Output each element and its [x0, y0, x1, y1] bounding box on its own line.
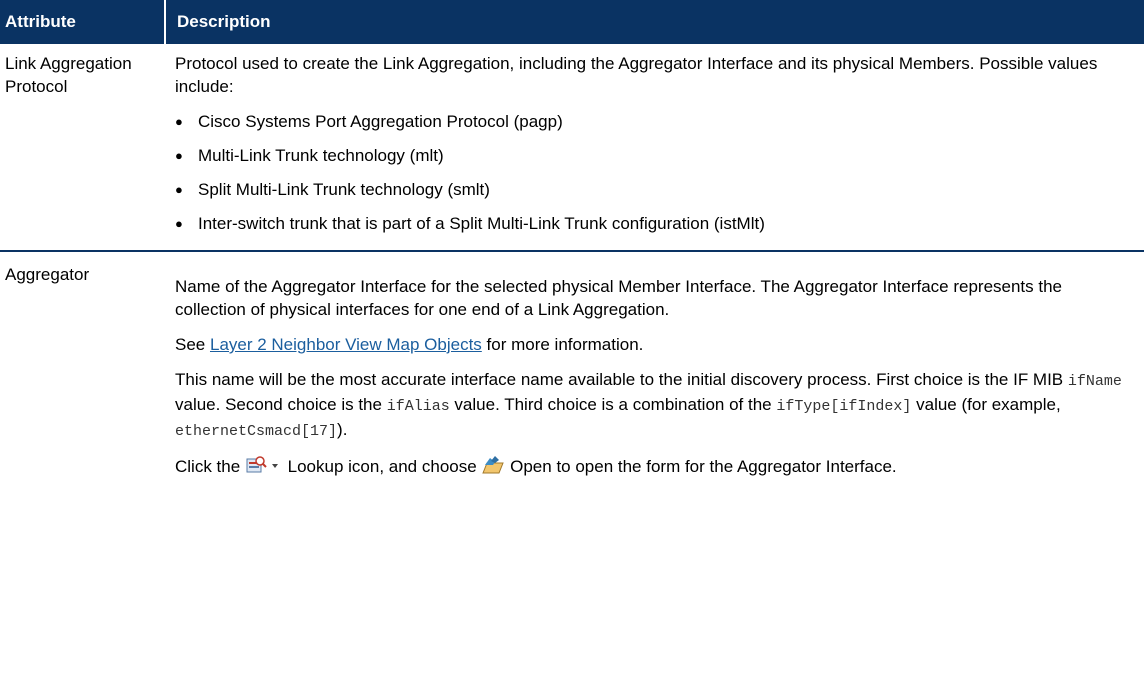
instruction-paragraph: Click the Lookup icon, and choose Open t… — [175, 455, 1136, 481]
text-span: Click the — [175, 457, 245, 476]
text-span: value. Second choice is the — [175, 395, 387, 414]
description-paragraph: This name will be the most accurate inte… — [175, 368, 1136, 443]
code-iftype: ifType[ifIndex] — [776, 398, 912, 415]
attribute-name: Link Aggregation Protocol — [0, 44, 165, 252]
text-span: value (for example, — [911, 395, 1061, 414]
text-span: Open to open the form for the Aggregator… — [505, 457, 897, 476]
lookup-icon — [245, 455, 267, 481]
values-list: Cisco Systems Port Aggregation Protocol … — [175, 110, 1136, 235]
list-item: Multi-Link Trunk technology (mlt) — [175, 144, 1136, 167]
text-span: This name will be the most accurate inte… — [175, 370, 1068, 389]
see-suffix: for more information. — [481, 335, 644, 354]
table-row: Link Aggregation Protocol Protocol used … — [0, 44, 1144, 252]
description-paragraph: Protocol used to create the Link Aggrega… — [175, 54, 1098, 96]
open-form-icon — [481, 455, 505, 481]
description-paragraph: Name of the Aggregator Interface for the… — [175, 277, 1063, 319]
list-item: Cisco Systems Port Aggregation Protocol … — [175, 110, 1136, 133]
attribute-description: Protocol used to create the Link Aggrega… — [165, 44, 1144, 252]
code-ifalias: ifAlias — [386, 398, 450, 415]
code-ifname: ifName — [1067, 373, 1122, 390]
see-also-paragraph: See Layer 2 Neighbor View Map Objects fo… — [175, 333, 1136, 356]
dropdown-arrow-icon — [267, 458, 283, 481]
table-header-row: Attribute Description — [0, 0, 1144, 44]
code-example: ethernetCsmacd[17] — [175, 423, 338, 440]
see-prefix: See — [175, 335, 210, 354]
text-span: Lookup icon, and choose — [282, 457, 482, 476]
list-item: Split Multi-Link Trunk technology (smlt) — [175, 178, 1136, 201]
table-row: Aggregator Name of the Aggregator Interf… — [0, 251, 1144, 493]
attribute-name: Aggregator — [5, 265, 90, 284]
text-span: ). — [337, 420, 348, 439]
text-span: value. Third choice is a combination of … — [449, 395, 777, 414]
list-item: Inter-switch trunk that is part of a Spl… — [175, 212, 1136, 235]
header-attribute: Attribute — [0, 0, 165, 44]
attribute-description: Name of the Aggregator Interface for the… — [165, 251, 1144, 493]
layer2-neighbor-view-link[interactable]: Layer 2 Neighbor View Map Objects — [210, 335, 482, 354]
header-description: Description — [164, 0, 1144, 44]
attributes-table: Attribute Description Link Aggregation P… — [0, 0, 1144, 493]
